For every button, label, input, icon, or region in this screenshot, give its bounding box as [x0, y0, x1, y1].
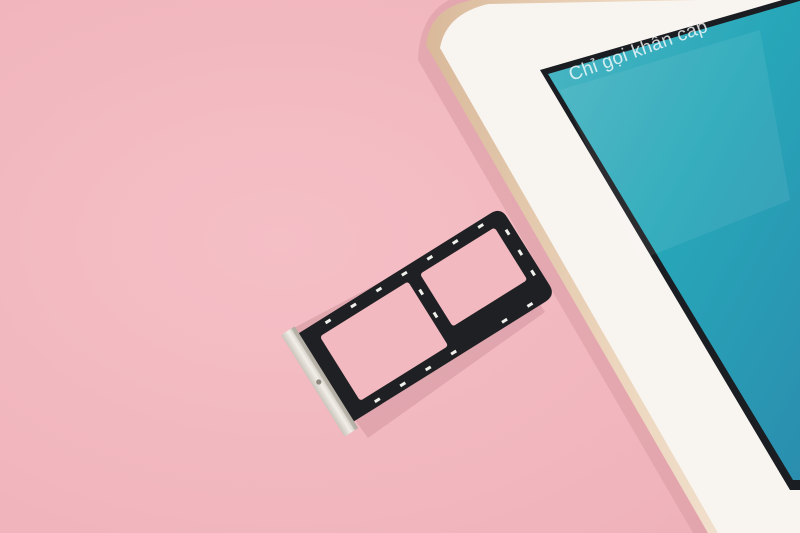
product-photo: Chỉ gọi khẩn cấp [0, 0, 800, 533]
photo-illustration [0, 0, 800, 533]
